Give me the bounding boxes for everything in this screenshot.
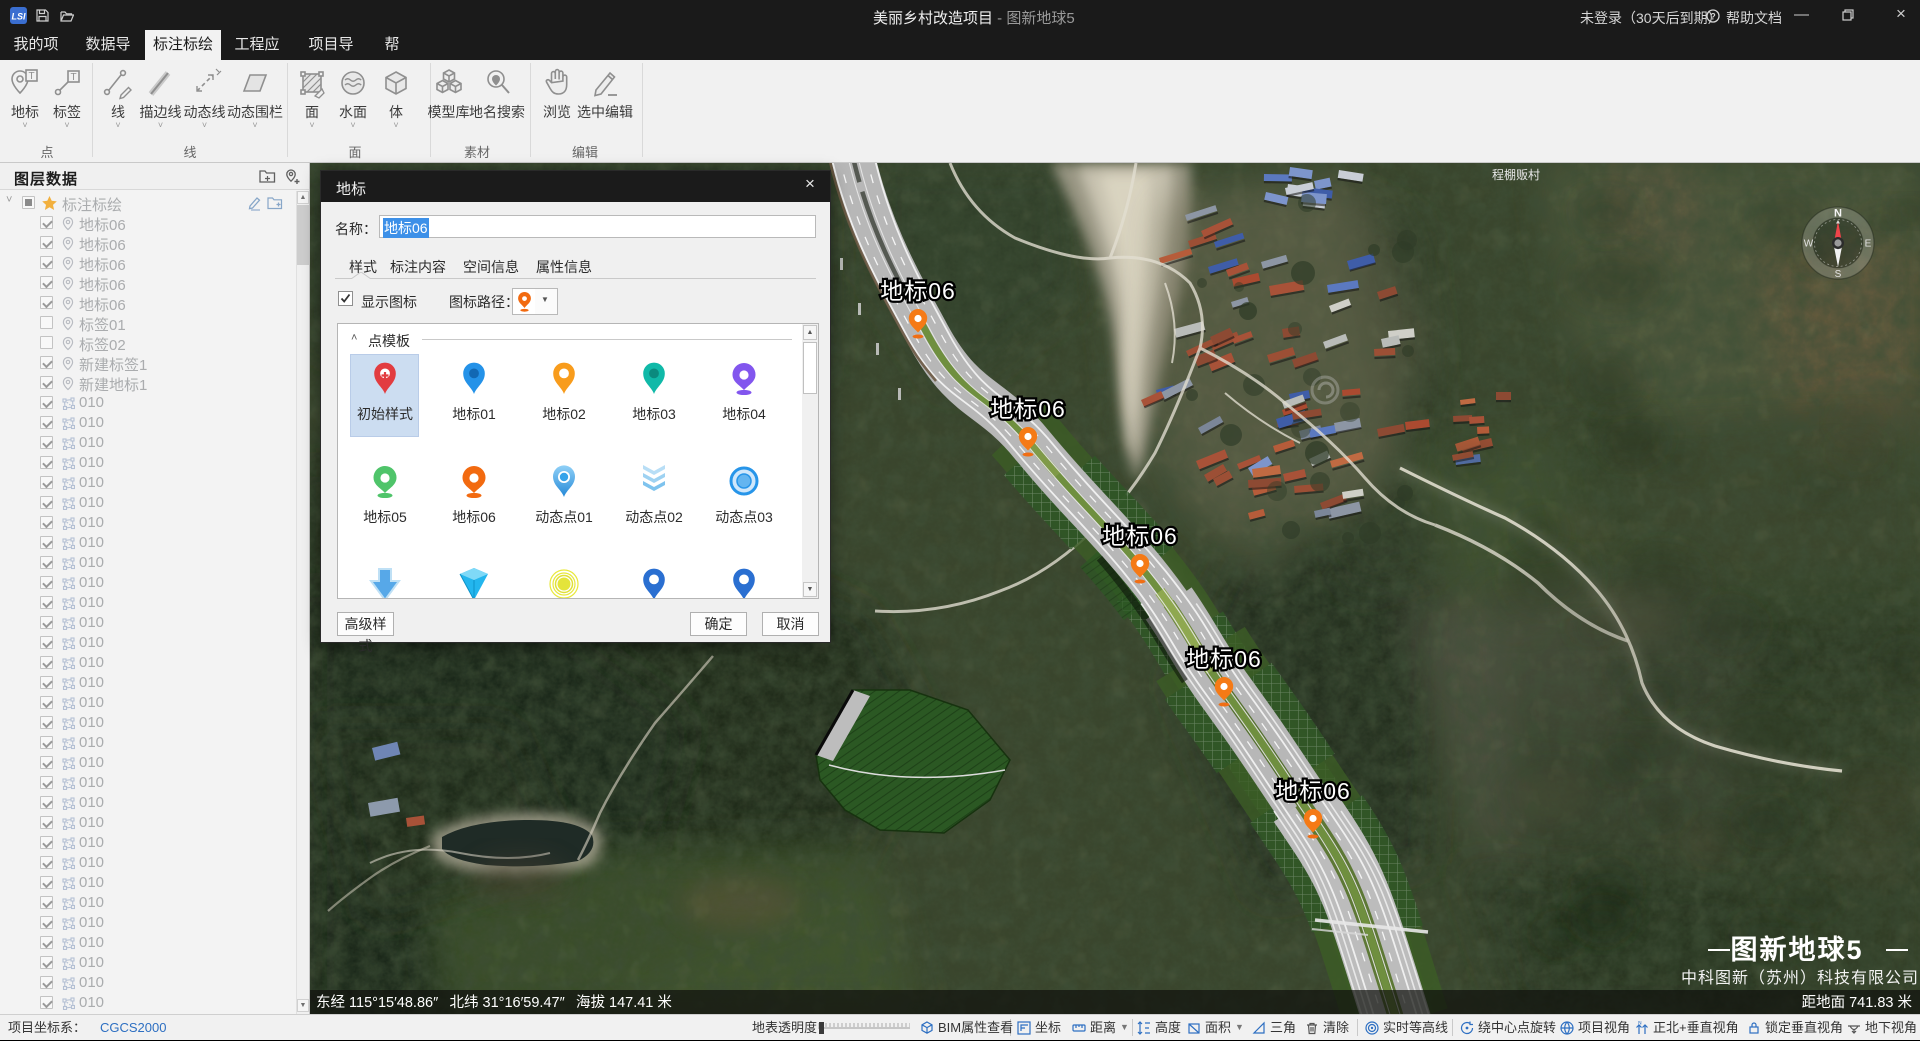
svg-text:程棚贩村: 程棚贩村 bbox=[1492, 167, 1540, 182]
svg-text:中科图新（苏州）科技有限公司: 中科图新（苏州）科技有限公司 bbox=[1681, 969, 1919, 987]
svg-text:W: W bbox=[1804, 239, 1814, 250]
svg-text:T: T bbox=[28, 71, 34, 82]
svg-text:图新地球5: 图新地球5 bbox=[1730, 934, 1863, 965]
svg-text:?: ? bbox=[1710, 12, 1716, 22]
svg-text:E: E bbox=[1865, 239, 1872, 250]
svg-text:N: N bbox=[1834, 208, 1842, 220]
svg-text:LSI: LSI bbox=[11, 12, 26, 22]
svg-text:S: S bbox=[1835, 269, 1842, 280]
svg-text:T: T bbox=[70, 72, 76, 83]
svg-text:东经 115°15′48.86″ 北纬 31°16′59.: 东经 115°15′48.86″ 北纬 31°16′59.47″ 海拔 147.… bbox=[316, 994, 672, 1011]
svg-text:地标06: 地标06 bbox=[1102, 523, 1178, 549]
svg-text:地标06: 地标06 bbox=[1275, 778, 1351, 804]
svg-text:地标06: 地标06 bbox=[990, 396, 1066, 422]
svg-text:地标06: 地标06 bbox=[1186, 646, 1262, 672]
svg-text:N: N bbox=[1638, 1021, 1642, 1027]
svg-text:距地面 741.83 米: 距地面 741.83 米 bbox=[1802, 994, 1913, 1011]
svg-text:地标06: 地标06 bbox=[880, 278, 956, 304]
